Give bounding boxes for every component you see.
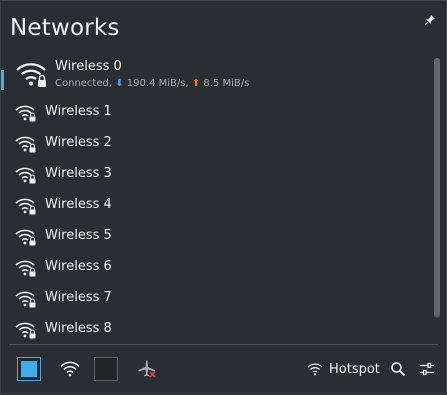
network-list: Wireless 0 Connected, ⬇ 190.4 MiB/s, ⬆ 8… — [1, 56, 441, 341]
wifi-locked-icon — [15, 229, 36, 246]
network-name: Wireless 1 — [45, 104, 112, 119]
hotspot-button[interactable]: Hotspot — [307, 359, 380, 379]
network-name: Wireless 4 — [45, 197, 112, 212]
wifi-toggle-checkbox[interactable] — [17, 357, 41, 381]
network-name: Wireless 7 — [45, 290, 112, 305]
wifi-locked-icon — [15, 260, 36, 277]
network-name: Wireless 5 — [45, 228, 112, 243]
wifi-locked-icon — [15, 322, 36, 339]
pin-icon[interactable] — [424, 14, 436, 26]
connection-status: Connected, ⬇ 190.4 MiB/s, ⬆ 8.5 MiB/s — [55, 78, 249, 89]
wifi-locked-icon — [15, 167, 36, 184]
status-text: Connected, — [55, 78, 113, 89]
airplane-mode-icon[interactable] — [137, 359, 157, 379]
network-name: Wireless 0 — [55, 59, 122, 74]
network-name: Wireless 2 — [45, 135, 112, 150]
networks-panel: Networks Wireless 0 Connected, ⬇ 190.4 M… — [0, 0, 447, 394]
scrollbar-thumb[interactable] — [434, 58, 440, 316]
network-name: Wireless 6 — [45, 259, 112, 274]
settings-icon[interactable] — [419, 361, 435, 377]
network-name: Wireless 8 — [45, 321, 112, 336]
network-name: Wireless 3 — [45, 166, 112, 181]
wifi-locked-icon — [15, 136, 36, 153]
download-arrow-icon: ⬇ — [115, 78, 124, 89]
network-item[interactable]: Wireless 8 — [1, 315, 431, 341]
toolbar: Hotspot — [1, 345, 447, 395]
network-item[interactable]: Wireless 2 — [1, 129, 431, 159]
network-item[interactable]: Wireless 1 — [1, 98, 431, 128]
network-item[interactable]: Wireless 5 — [1, 222, 431, 252]
upload-arrow-icon: ⬆ — [191, 78, 201, 89]
wifi-locked-icon — [15, 105, 36, 122]
network-item[interactable]: Wireless 3 — [1, 160, 431, 190]
hotspot-icon — [307, 363, 323, 376]
wifi-locked-icon — [16, 63, 46, 87]
network-item[interactable]: Wireless 4 — [1, 191, 431, 221]
wifi-locked-icon — [15, 198, 36, 215]
hotspot-label: Hotspot — [329, 361, 380, 377]
network-item[interactable]: Wireless 6 — [1, 253, 431, 283]
mobile-toggle-checkbox[interactable] — [94, 357, 118, 381]
upload-speed: 8.5 MiB/s — [203, 78, 250, 89]
network-item-connected[interactable]: Wireless 0 Connected, ⬇ 190.4 MiB/s, ⬆ 8… — [1, 56, 431, 98]
search-icon[interactable] — [390, 361, 406, 377]
network-item[interactable]: Wireless 7 — [1, 284, 431, 314]
page-title: Networks — [10, 15, 120, 41]
wifi-icon — [60, 361, 80, 377]
download-speed: 190.4 MiB/s, — [126, 78, 189, 89]
wifi-locked-icon — [15, 291, 36, 308]
